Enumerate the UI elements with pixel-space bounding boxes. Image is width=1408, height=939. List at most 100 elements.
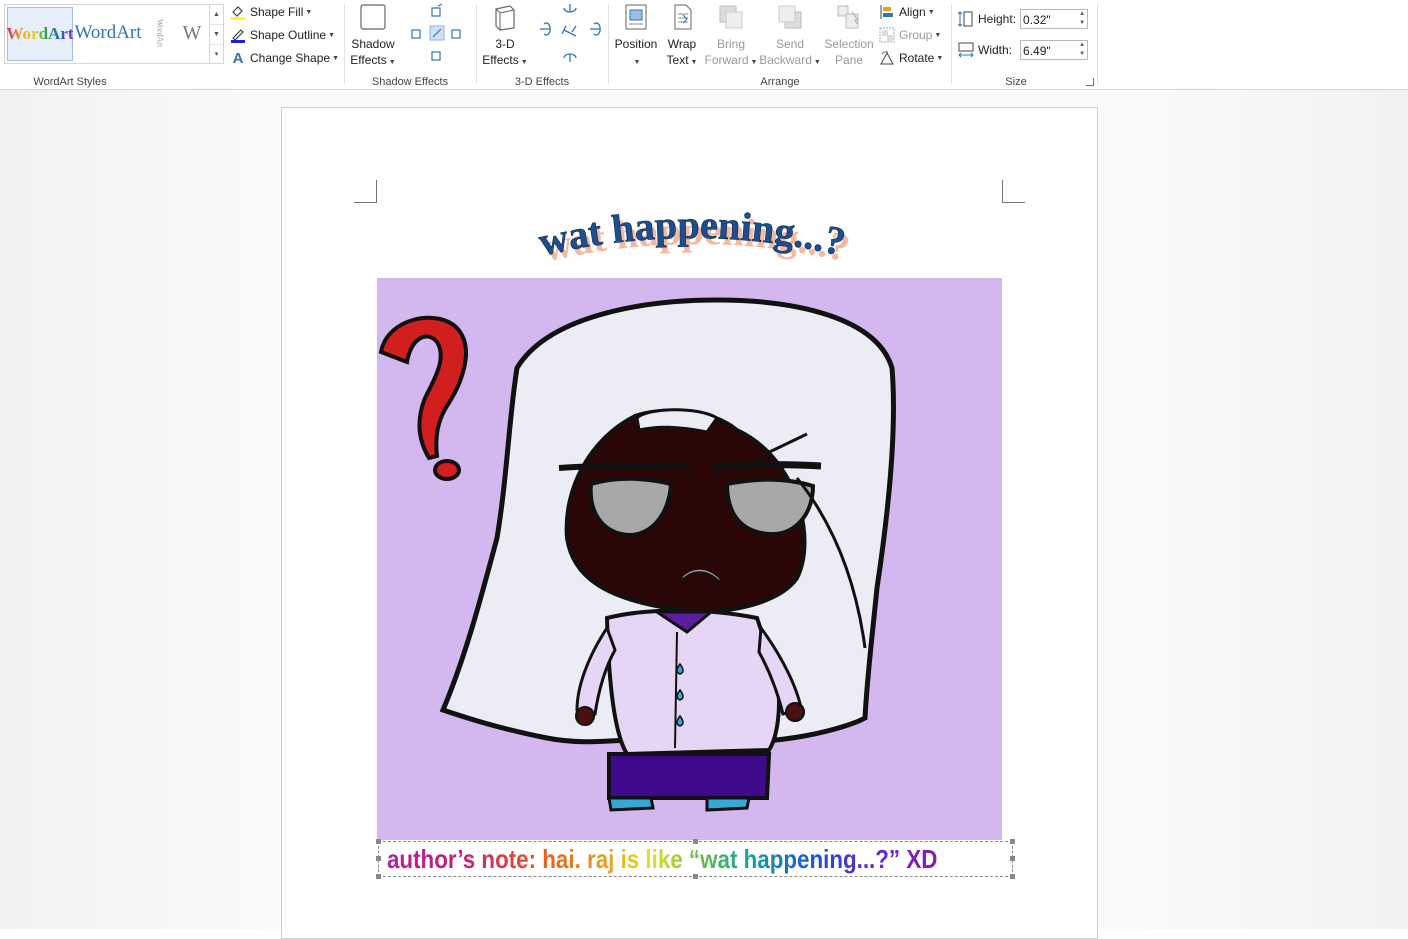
- chevron-down-icon: ▼: [750, 59, 758, 66]
- wordart-styles-group: WordArt WordArt WordArt W ▲ ▼ ▾ WordArt …: [0, 0, 224, 89]
- 3d-effects-button[interactable]: 3-D Effects ▼: [482, 2, 528, 71]
- send-backward-label-1: Send: [775, 37, 805, 51]
- chevron-down-icon: ▼: [305, 8, 313, 16]
- spin-arrows-icon[interactable]: ▲ ▼: [1079, 41, 1085, 59]
- gallery-more-icon[interactable]: ▾: [210, 45, 223, 64]
- chevron-down-icon: ▼: [388, 59, 396, 66]
- chevron-down-icon: ▼: [934, 31, 942, 39]
- chevron-down-icon: ▼: [936, 54, 944, 62]
- wrap-text-label-2: Text: [666, 53, 689, 67]
- wordart-styles-label: WordArt Styles: [33, 76, 107, 88]
- shape-outline-button[interactable]: Shape Outline ▼: [230, 25, 335, 45]
- shadow-effects-label-2: Effects: [350, 53, 387, 67]
- wordart-style-w[interactable]: W: [177, 7, 207, 59]
- bring-forward-label-2: Forward: [704, 53, 749, 67]
- group-icon: [879, 27, 895, 43]
- size-group-label: Size: [1005, 76, 1027, 88]
- divider: [608, 4, 609, 84]
- ribbon: WordArt WordArt WordArt W ▲ ▼ ▾ WordArt …: [0, 0, 1408, 90]
- resize-handle-top-middle[interactable]: [693, 839, 698, 844]
- shadow-effects-label-1: Shadow: [351, 37, 395, 51]
- selection-pane-label-1: Selection: [824, 37, 874, 51]
- pencil-icon: [230, 27, 246, 43]
- document-page[interactable]: wat happening...? wat happening...? auth…: [281, 107, 1098, 939]
- chevron-down-icon: ▼: [332, 54, 340, 62]
- crop-mark-top-left: [354, 180, 377, 203]
- height-row: Height: 0.32" ▲ ▼: [957, 8, 1089, 30]
- send-backward-button[interactable]: Send Backward ▼: [759, 2, 821, 71]
- wordart-style-rainbow[interactable]: WordArt: [6, 7, 74, 61]
- width-input[interactable]: 6.49" ▲ ▼: [1020, 40, 1089, 60]
- resize-handle-bottom-middle[interactable]: [693, 874, 698, 879]
- character-illustration[interactable]: [377, 278, 1002, 840]
- selection-pane-button[interactable]: Selection Pane: [822, 2, 876, 68]
- rotate-icon: [879, 50, 895, 66]
- shadow-effects-group-label: Shadow Effects: [371, 76, 449, 88]
- divider: [951, 4, 952, 84]
- position-icon: [621, 2, 651, 32]
- 3d-effects-label-1: 3-D: [495, 37, 515, 51]
- align-button[interactable]: Align ▼: [879, 2, 935, 22]
- send-backward-icon: [775, 2, 805, 32]
- selection-pane-icon: [834, 2, 864, 32]
- spin-arrows-icon[interactable]: ▲ ▼: [1079, 10, 1085, 28]
- resize-handle-top-left[interactable]: [376, 839, 381, 844]
- arrange-group-label: Arrange: [760, 76, 800, 88]
- height-value: 0.32": [1023, 13, 1051, 27]
- author-note-text: author’s note: hai. raj is like “wat hap…: [387, 844, 938, 874]
- resize-handle-bottom-left[interactable]: [376, 874, 381, 879]
- resize-handle-bottom-right[interactable]: [1010, 874, 1015, 879]
- chevron-down-icon: ▼: [633, 59, 641, 66]
- 3d-effects-label-2: Effects: [482, 53, 519, 67]
- rotate-button[interactable]: Rotate ▼: [879, 48, 943, 68]
- change-shape-button[interactable]: A Change Shape ▼: [230, 48, 339, 68]
- shape-fill-label: Shape Fill: [250, 5, 304, 19]
- shape-outline-label: Shape Outline: [250, 28, 327, 42]
- 3d-effects-group-label: 3-D Effects: [514, 76, 570, 88]
- wrap-text-label-1: Wrap: [667, 37, 697, 51]
- divider: [344, 4, 345, 84]
- align-icon: [879, 4, 895, 20]
- divider: [1097, 4, 1098, 84]
- size-dialog-launcher-icon[interactable]: [1086, 78, 1094, 86]
- resize-handle-top-right[interactable]: [1010, 839, 1015, 844]
- shadow-square-icon: [358, 2, 388, 32]
- bring-forward-icon: [716, 2, 746, 32]
- selection-pane-label-2: Pane: [834, 53, 864, 67]
- wordart-style-blue[interactable]: WordArt: [74, 7, 141, 59]
- gallery-down-icon[interactable]: ▼: [210, 25, 223, 45]
- resize-handle-right[interactable]: [1010, 856, 1015, 861]
- send-backward-label-2: Backward: [759, 53, 812, 67]
- height-label: Height:: [978, 12, 1017, 26]
- chevron-down-icon: ▼: [813, 59, 821, 66]
- paint-bucket-icon: [230, 4, 246, 20]
- change-shape-label: Change Shape: [250, 51, 331, 65]
- shadow-effects-button[interactable]: Shadow Effects ▼: [350, 2, 396, 71]
- wordart-title[interactable]: wat happening...? wat happening...?: [512, 202, 872, 276]
- position-button[interactable]: Position ▼: [613, 2, 659, 71]
- chevron-down-icon: ▼: [690, 59, 698, 66]
- height-input[interactable]: 0.32" ▲ ▼: [1020, 9, 1089, 29]
- nudge-shadow-grid: [404, 2, 470, 66]
- svg-text:wat happening...?: wat happening...?: [535, 204, 850, 264]
- shape-fill-button[interactable]: Shape Fill ▼: [230, 2, 312, 22]
- bring-forward-label-1: Bring: [716, 37, 745, 51]
- resize-handle-left[interactable]: [376, 856, 381, 861]
- wrap-text-button[interactable]: Wrap Text ▼: [662, 2, 702, 71]
- group-label: Group: [899, 28, 933, 42]
- bring-forward-button[interactable]: Bring Forward ▼: [704, 2, 758, 71]
- gallery-up-icon[interactable]: ▲: [210, 5, 223, 25]
- width-row: Width: 6.49" ▲ ▼: [958, 39, 1089, 61]
- crop-mark-top-right: [1002, 180, 1025, 203]
- group-button[interactable]: Group ▼: [879, 25, 941, 45]
- wrap-text-icon: [667, 2, 697, 32]
- height-icon: [957, 11, 974, 27]
- chevron-down-icon: ▼: [520, 59, 528, 66]
- wordart-style-vertical[interactable]: WordArt: [145, 7, 175, 59]
- wordart-styles-gallery[interactable]: WordArt WordArt WordArt W ▲ ▼ ▾: [4, 4, 224, 64]
- question-mark-icon: [378, 315, 468, 481]
- text-a-icon: A: [232, 49, 244, 67]
- rotate-label: Rotate: [899, 51, 935, 65]
- author-note-wordart[interactable]: author’s note: hai. raj is like “wat hap…: [376, 839, 1015, 879]
- width-icon: [958, 42, 974, 58]
